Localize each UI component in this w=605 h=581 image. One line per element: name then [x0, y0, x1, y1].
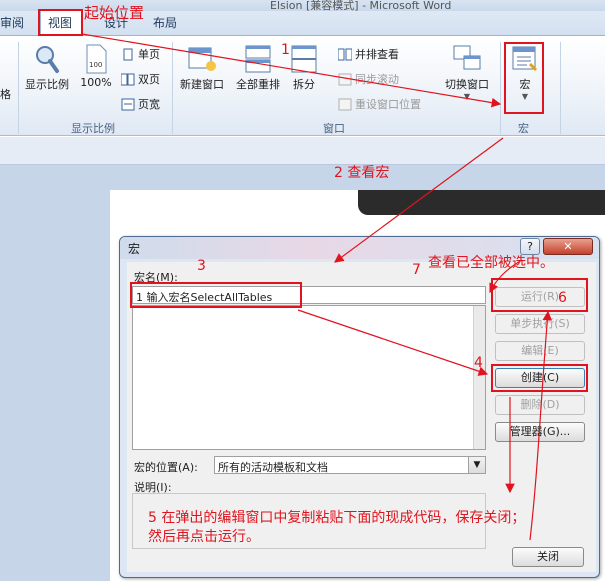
annotation-step-5-line2: 然后再点击运行。 — [148, 529, 260, 545]
side-by-side-button[interactable]: 并排查看 — [338, 46, 399, 62]
side-by-side-icon — [338, 48, 352, 60]
one-page-button[interactable]: 单页 — [121, 46, 160, 62]
delete-button[interactable]: 删除(D) — [495, 395, 585, 415]
arrange-all-button[interactable]: 全部重排 — [232, 44, 284, 92]
split-icon — [291, 45, 317, 73]
page-width-button[interactable]: 页宽 — [121, 96, 160, 112]
annotation-step-3: 3 — [197, 258, 206, 274]
annotation-box-name — [130, 282, 302, 308]
annotation-box-run — [491, 278, 588, 312]
new-window-button[interactable]: 新建窗口 — [176, 44, 228, 92]
dark-overlay-panel — [358, 190, 605, 215]
location-select[interactable]: 所有的活动模板和文档 — [214, 456, 486, 474]
annotation-step-5-line1: 5 在弹出的编辑窗口中复制粘贴下面的现成代码，保存关闭； — [148, 510, 526, 526]
edit-button[interactable]: 编辑(E) — [495, 341, 585, 361]
zoom-100-button[interactable]: 100 100% — [78, 44, 114, 89]
page-width-icon — [121, 98, 135, 110]
annotation-step-1: 1 — [281, 42, 290, 58]
organizer-button[interactable]: 管理器(G)... — [495, 422, 585, 442]
step-into-button[interactable]: 单步执行(S) — [495, 314, 585, 334]
two-page-icon — [121, 73, 135, 85]
window-group-label: 窗口 — [323, 122, 345, 135]
reset-window-position-button[interactable]: 重设窗口位置 — [338, 96, 421, 112]
zoom-button[interactable]: 显示比例 — [22, 44, 72, 92]
annotation-start-position: 起始位置 — [84, 4, 145, 22]
new-window-icon — [188, 47, 216, 71]
switch-window-button[interactable]: 切换窗口 ▼ — [442, 44, 492, 101]
chevron-down-icon: ▼ — [463, 92, 471, 101]
tab-layout[interactable]: 布局 — [153, 14, 177, 31]
chevron-down-icon[interactable]: ▼ — [468, 457, 485, 473]
annotation-step-7: 7 — [412, 262, 421, 278]
zoom-group-label: 显示比例 — [71, 122, 115, 135]
annotation-box-view-tab — [38, 9, 83, 36]
macro-list[interactable] — [132, 305, 486, 450]
one-page-icon — [123, 48, 133, 60]
annotation-box-create — [491, 364, 588, 392]
reset-position-icon — [338, 98, 352, 110]
sync-scroll-button[interactable]: 同步滚动 — [338, 71, 399, 87]
svg-text:100: 100 — [89, 61, 102, 69]
annotation-step-6: 6 — [558, 290, 567, 306]
partial-left-label: 格 — [0, 88, 11, 101]
annotation-box-macros — [504, 42, 544, 114]
macro-group-label: 宏 — [518, 122, 529, 135]
tab-review[interactable]: 审阅 — [0, 14, 24, 31]
ruler-bar — [0, 137, 605, 165]
close-button[interactable]: 关闭 — [512, 547, 584, 567]
arrange-all-icon — [245, 45, 271, 73]
location-label: 宏的位置(A): — [134, 461, 198, 474]
page-100-icon: 100 — [86, 44, 107, 74]
split-button[interactable]: 拆分 — [288, 44, 320, 92]
magnifier-icon — [36, 46, 59, 73]
sync-scroll-icon — [338, 73, 352, 85]
annotation-selected-note: 查看已全部被选中。 — [428, 255, 554, 271]
macro-list-scrollbar[interactable] — [473, 306, 485, 449]
switch-window-icon — [453, 45, 481, 70]
dialog-title: 宏 — [128, 242, 141, 256]
annotation-step-4: 4 — [474, 355, 483, 371]
two-page-button[interactable]: 双页 — [121, 71, 160, 87]
annotation-step-2: 2 查看宏 — [334, 165, 390, 181]
